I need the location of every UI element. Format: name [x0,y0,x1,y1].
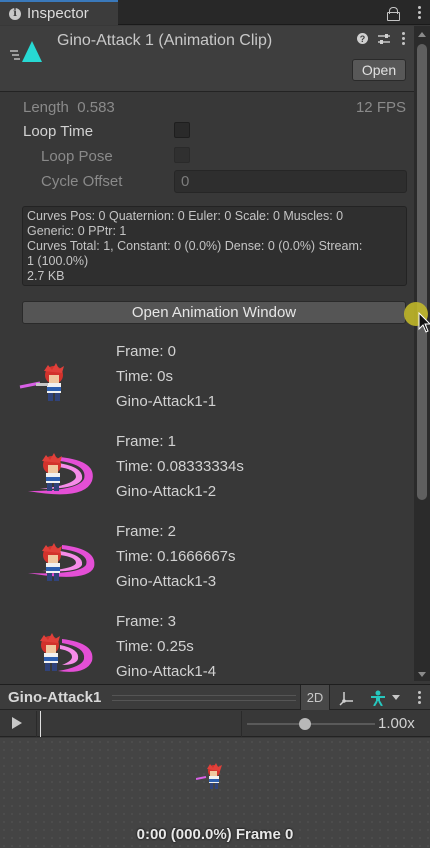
preview-timeline: 1.00x [0,711,430,737]
frame-number: Frame: 0 [116,343,177,360]
divider [36,711,37,737]
frame-number: Frame: 3 [116,613,177,630]
info-line: 1 (100.0%) [27,254,89,268]
frame-sprite-name: Gino-Attack1-4 [116,663,217,680]
tab-menu-icon[interactable] [416,6,422,19]
info-line: Curves Total: 1, Constant: 0 (0.0%) Dens… [27,239,363,253]
frame-info: Frame: 2 Time: 0.1666667s Gino-Attack1-3 [116,519,236,594]
scroll-up-arrow-icon[interactable] [418,32,426,37]
lock-icon[interactable] [387,6,400,21]
frame-info: Frame: 3 Time: 0.25s Gino-Attack1-4 [116,609,216,681]
sprite-thumbnail [40,633,93,672]
speed-slider-knob[interactable] [298,718,311,730]
info-line: 2.7 KB [27,269,65,283]
clip-title: Gino-Attack 1 (Animation Clip) [57,32,273,49]
header-icons: ? [357,32,406,45]
tab-bar: i Inspector [0,0,430,25]
2d-toggle-button[interactable]: 2D [300,685,330,710]
preview-drag-handle[interactable] [112,695,296,701]
frame-time: Time: 0.1666667s [116,548,236,565]
inspector-scrollbar[interactable] [414,26,430,681]
open-button[interactable]: Open [352,59,406,81]
preview-viewport[interactable]: 0:00 (000.0%) Frame 0 [0,738,430,848]
sprite-thumbnail [28,453,93,495]
preview-sprite [196,763,222,789]
preview-title: Gino-Attack1 [8,689,102,706]
info-icon: i [9,7,21,20]
mouse-cursor-icon [418,312,430,333]
inspector-header: Gino-Attack 1 (Animation Clip) ? Open [0,26,414,92]
preview-status: 0:00 (000.0%) Frame 0 [136,826,294,843]
frame-item: Frame: 1 Time: 0.08333334s Gino-Attack1-… [0,429,414,519]
tab-bar-controls [387,0,422,25]
info-line: Generic: 0 PPtr: 1 [27,224,127,238]
speed-slider[interactable] [247,723,375,725]
sprite-thumbnail [19,363,64,401]
chevron-down-icon [392,695,400,700]
loop-time-checkbox[interactable] [174,122,190,138]
divider [241,711,242,737]
scroll-thumb[interactable] [417,44,427,500]
frame-info: Frame: 0 Time: 0s Gino-Attack1-1 [116,339,216,414]
pivot-icon[interactable] [334,685,360,710]
fps-value: 12 FPS [355,99,406,116]
open-animation-window-button[interactable]: Open Animation Window [22,301,406,324]
frame-item: Frame: 0 Time: 0s Gino-Attack1-1 [0,339,414,429]
cycle-offset-field[interactable]: 0 [174,170,407,193]
header-menu-icon[interactable] [400,32,406,45]
avatar-dropdown[interactable] [364,685,406,710]
length-value: 0.583 [77,99,115,116]
frame-sprite-name: Gino-Attack1-3 [116,573,217,590]
animation-clip-icon [10,41,42,62]
tab-title: Inspector [27,5,89,22]
preview-menu-icon[interactable] [416,691,422,704]
preview-toolbar: Gino-Attack1 2D [0,684,430,710]
tab-inspector[interactable]: i Inspector [0,0,118,25]
frame-time: Time: 0.25s [116,638,194,655]
loop-time-label: Loop Time [23,123,94,140]
avatar-icon [371,690,385,706]
speed-value: 1.00x [378,715,415,732]
help-icon[interactable]: ? [357,33,368,44]
frame-item: Frame: 3 Time: 0.25s Gino-Attack1-4 [0,609,414,681]
frame-number: Frame: 2 [116,523,177,540]
frame-sprite-name: Gino-Attack1-2 [116,483,217,500]
frame-sprite-name: Gino-Attack1-1 [116,393,217,410]
playhead[interactable] [40,711,41,737]
loop-pose-checkbox[interactable] [174,147,190,163]
inspector-body: Length 0.583 12 FPS Loop Time Loop Pose … [0,93,414,681]
frame-item: Frame: 2 Time: 0.1666667s Gino-Attack1-3 [0,519,414,609]
presets-icon[interactable] [378,33,390,45]
frame-info: Frame: 1 Time: 0.08333334s Gino-Attack1-… [116,429,244,504]
frame-number: Frame: 1 [116,433,177,450]
length-label: Length 0.583 [23,99,115,116]
cycle-offset-label: Cycle Offset [41,173,123,190]
loop-pose-label: Loop Pose [41,148,113,165]
info-line: Curves Pos: 0 Quaternion: 0 Euler: 0 Sca… [27,209,344,223]
scroll-down-arrow-icon[interactable] [418,672,426,677]
frame-time: Time: 0.08333334s [116,458,244,475]
clip-info-box: Curves Pos: 0 Quaternion: 0 Euler: 0 Sca… [22,206,407,286]
frame-time: Time: 0s [116,368,173,385]
play-icon[interactable] [12,717,22,729]
sprite-thumbnail [28,543,95,581]
